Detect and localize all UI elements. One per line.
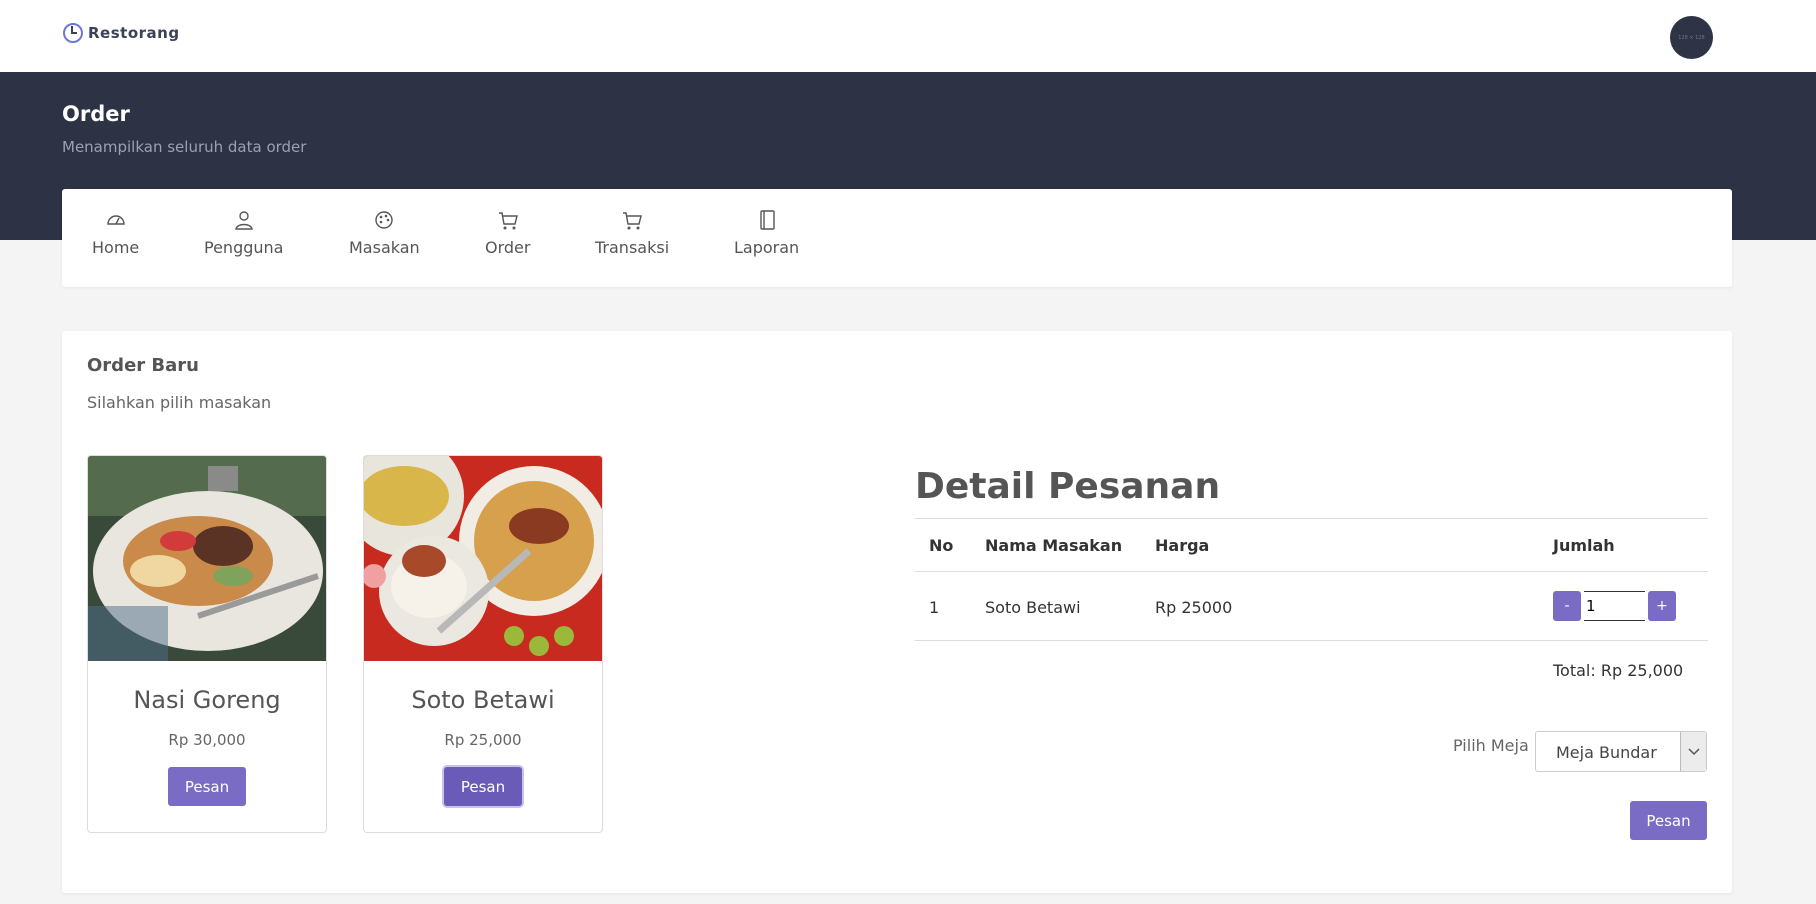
submit-order-button[interactable]: Pesan [1630,801,1707,840]
table-divider [915,640,1708,641]
order-item-button[interactable]: Pesan [168,767,246,806]
main-nav: Home Pengguna Masakan Order Transaksi La… [62,189,1732,287]
menu-card: Nasi Goreng Rp 30,000 Pesan [87,455,327,833]
nav-label: Home [92,238,140,257]
menu-card: Soto Betawi Rp 25,000 Pesan [363,455,603,833]
column-header: Jumlah [1553,536,1615,555]
menu-price: Rp 25,000 [444,731,522,749]
row-name: Soto Betawi [985,598,1081,617]
nav-label: Laporan [734,238,800,257]
quantity-stepper: - + [1553,591,1676,621]
table-divider [915,571,1708,572]
cart-icon [623,212,642,230]
row-price: Rp 25000 [1155,598,1233,617]
column-header: No [929,536,954,555]
column-header: Harga [1155,536,1210,555]
table-select-label: Pilih Meja [1453,736,1529,755]
increase-button[interactable]: + [1648,591,1676,621]
decrease-button[interactable]: - [1553,591,1581,621]
food-image [364,456,602,661]
nav-item-masakan[interactable]: Masakan [349,209,420,257]
row-number: 1 [929,598,940,617]
chevron-down-icon [1680,732,1706,771]
table-divider [915,518,1708,519]
logo-icon [63,23,83,43]
nav-item-home[interactable]: Home [92,209,139,257]
user-icon [234,211,253,230]
nav-item-laporan[interactable]: Laporan [734,209,799,257]
quantity-input[interactable] [1584,591,1645,621]
notebook-icon [759,210,775,230]
top-bar: Restorang 128 × 128 [0,0,1816,72]
brand-logo[interactable]: Restorang [62,22,180,44]
menu-name: Nasi Goreng [133,686,281,714]
section-title: Order Baru [87,355,199,376]
nav-item-transaksi[interactable]: Transaksi [595,209,669,257]
menu-name: Soto Betawi [411,686,555,714]
order-card: Order Baru Silahkan pilih masakan Nasi G… [62,331,1732,893]
section-subtitle: Silahkan pilih masakan [87,393,272,412]
order-item-button[interactable]: Pesan [444,767,522,806]
nav-label: Transaksi [595,238,670,257]
page-title: Order [62,102,130,126]
nav-label: Pengguna [204,238,284,257]
cart-icon [498,212,518,230]
page-subtitle: Menampilkan seluruh data order [62,138,307,156]
order-total: Total: Rp 25,000 [1553,661,1684,680]
food-image [88,456,326,661]
table-select-value: Meja Bundar [1556,743,1657,762]
nav-label: Masakan [349,238,420,257]
detail-title: Detail Pesanan [915,466,1221,507]
palette-icon [375,211,394,229]
table-select[interactable]: Meja Bundar [1535,731,1707,772]
avatar[interactable]: 128 × 128 [1670,16,1713,59]
column-header: Nama Masakan [985,536,1123,555]
menu-price: Rp 30,000 [168,731,246,749]
nav-item-order[interactable]: Order [485,209,530,257]
nav-item-pengguna[interactable]: Pengguna [204,209,283,257]
dashboard-icon [106,215,125,225]
nav-label: Order [485,238,531,257]
brand-name: Restorang [88,24,180,42]
